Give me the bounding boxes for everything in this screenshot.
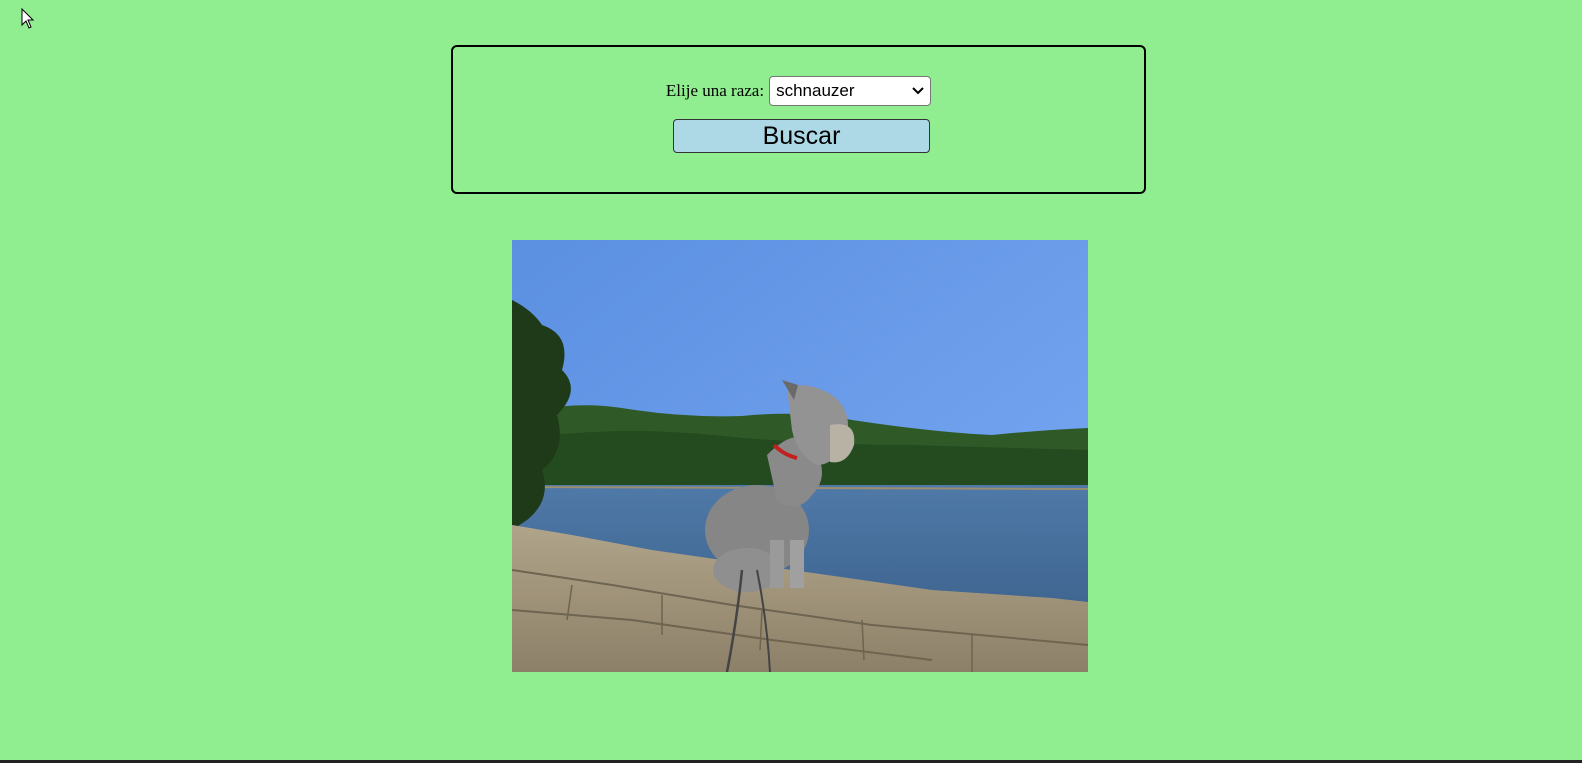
breed-label: Elije una raza: bbox=[665, 81, 765, 100]
dog-photo-illustration bbox=[512, 240, 1088, 672]
chevron-down-icon bbox=[912, 87, 924, 95]
breed-select[interactable]: schnauzer bbox=[769, 76, 932, 106]
mouse-cursor-icon bbox=[21, 8, 35, 29]
breed-selection-row: Elije una raza: schnauzer bbox=[453, 76, 1144, 106]
search-form-panel: Elije una raza: schnauzer Buscar bbox=[451, 45, 1146, 194]
selected-breed-value: schnauzer bbox=[776, 81, 855, 100]
dog-photo bbox=[512, 240, 1088, 672]
page: Elije una raza: schnauzer Buscar bbox=[0, 0, 1582, 763]
search-button[interactable]: Buscar bbox=[673, 119, 930, 153]
